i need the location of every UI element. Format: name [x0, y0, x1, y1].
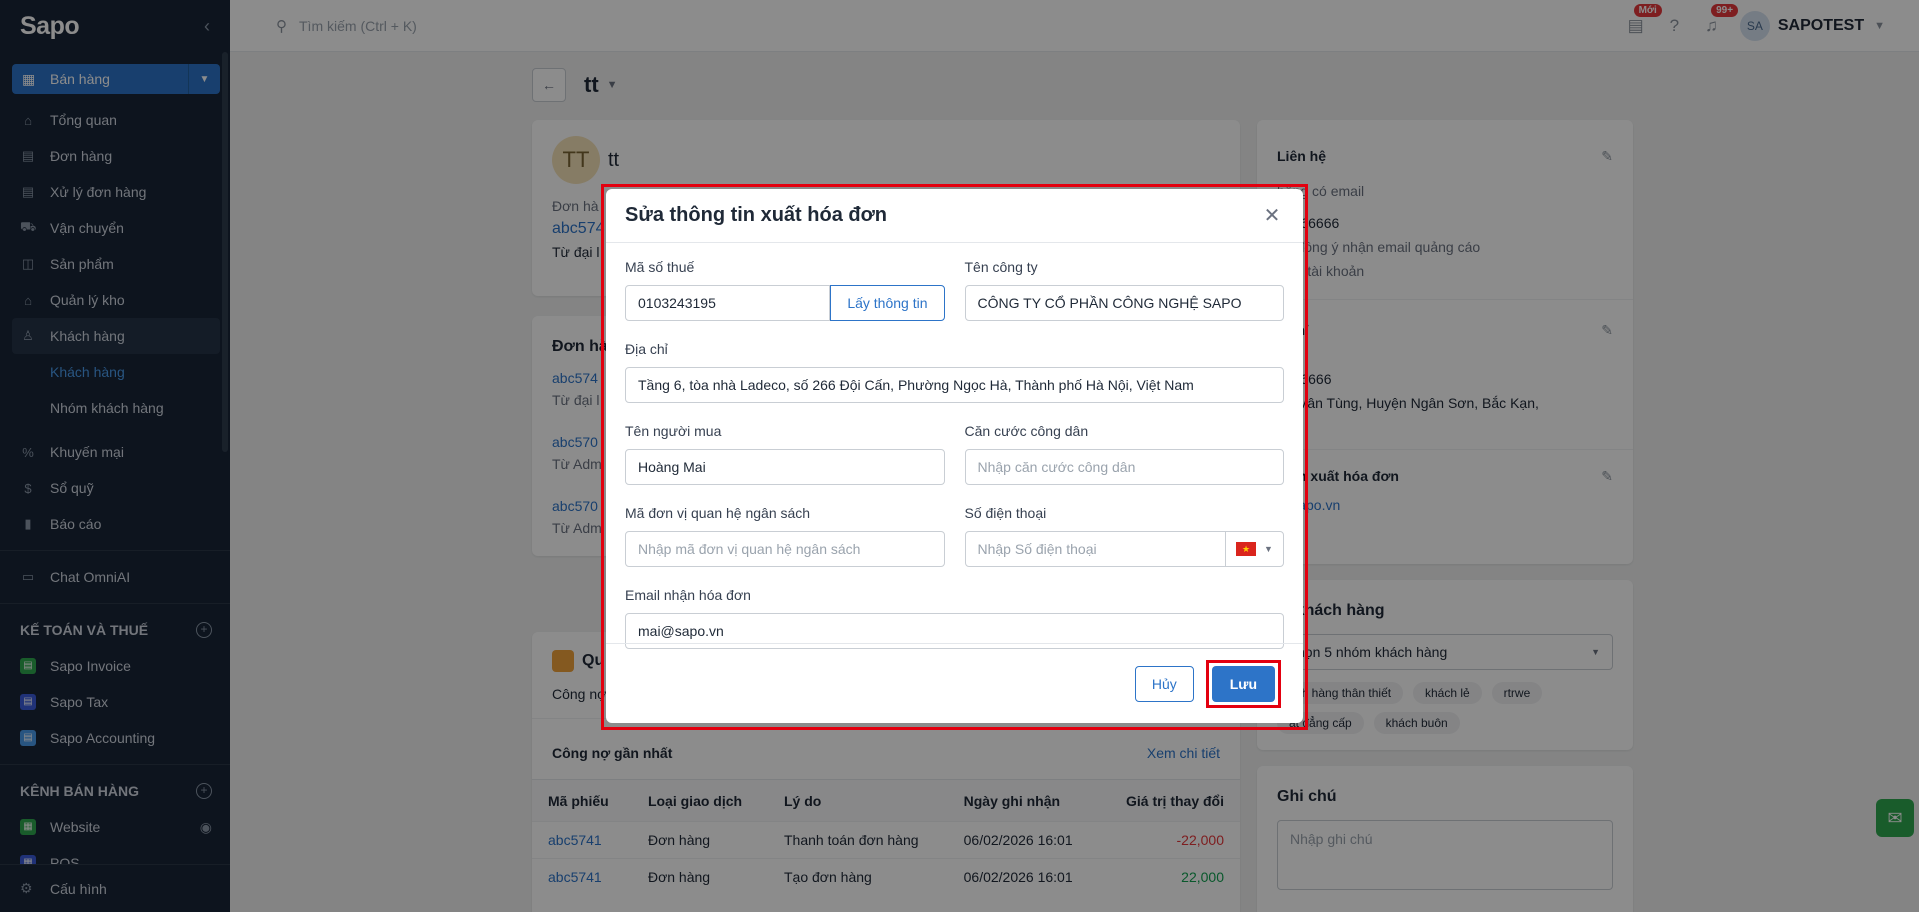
edit-invoice-info-modal: Sửa thông tin xuất hóa đơn ✕ Mã số thuế … — [606, 189, 1303, 723]
modal-footer: Hủy Lưu — [606, 643, 1303, 723]
phone-input[interactable]: Nhập Số điện thoại — [966, 532, 1226, 566]
modal-title: Sửa thông tin xuất hóa đơn — [625, 204, 888, 226]
phone-label: Số điện thoại — [964, 505, 1047, 521]
save-button-highlight: Lưu — [1205, 659, 1281, 708]
buyer-name-input[interactable]: Hoàng Mai — [625, 449, 945, 485]
save-button[interactable]: Lưu — [1211, 665, 1275, 702]
modal-body: Mã số thuế 0103243195 Lấy thông tin Tên … — [606, 243, 1303, 649]
cancel-button[interactable]: Hủy — [1134, 665, 1194, 702]
buyer-name-label: Tên người mua — [625, 423, 722, 439]
modal-header: Sửa thông tin xuất hóa đơn ✕ — [606, 189, 1303, 243]
close-icon[interactable]: ✕ — [1260, 203, 1284, 228]
chevron-down-icon: ▼ — [1264, 544, 1273, 554]
address-label: Địa chỉ — [625, 341, 668, 357]
country-code-select[interactable]: ★ ▼ — [1225, 532, 1283, 566]
tax-code-input[interactable]: 0103243195 — [625, 285, 831, 321]
citizen-id-label: Căn cước công dân — [964, 423, 1089, 439]
company-name-input[interactable]: CÔNG TY CỔ PHẦN CÔNG NGHỆ SAPO — [964, 285, 1284, 321]
budget-unit-input[interactable]: Nhập mã đơn vị quan hệ ngân sách — [625, 531, 945, 567]
vietnam-flag-icon: ★ — [1236, 542, 1257, 556]
citizen-id-input[interactable]: Nhập căn cước công dân — [964, 449, 1284, 485]
tax-code-label: Mã số thuế — [625, 259, 695, 275]
fetch-info-button[interactable]: Lấy thông tin — [830, 285, 945, 321]
address-input[interactable]: Tầng 6, tòa nhà Ladeco, số 266 Đội Cấn, … — [625, 367, 1284, 403]
budget-unit-label: Mã đơn vị quan hệ ngân sách — [625, 505, 811, 521]
phone-field: Nhập Số điện thoại ★ ▼ — [964, 531, 1284, 567]
invoice-email-label: Email nhận hóa đơn — [625, 587, 751, 603]
company-name-label: Tên công ty — [964, 259, 1038, 275]
